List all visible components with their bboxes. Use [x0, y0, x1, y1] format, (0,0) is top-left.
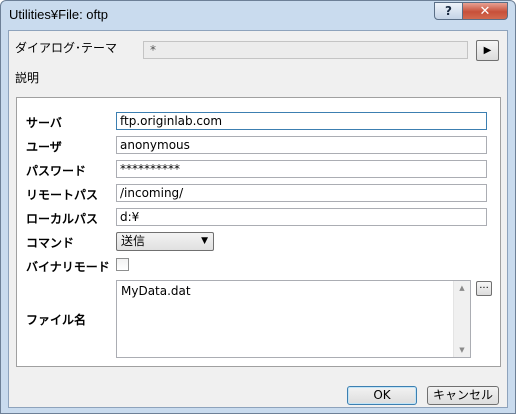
local-path-label: ローカルパス [26, 212, 99, 226]
server-label: サーバ [26, 116, 62, 130]
dialog-window: Utilities¥File: oftp ? ✕ ダイアログ･テーマ * ▶ 説… [0, 0, 516, 414]
command-select-value: 送信 [121, 234, 146, 248]
user-input[interactable]: anonymous [116, 136, 487, 154]
cancel-button[interactable]: キャンセル [427, 386, 499, 405]
file-name-label: ファイル名 [26, 313, 87, 327]
user-label: ユーザ [26, 140, 62, 154]
theme-menu-button[interactable]: ▶ [476, 40, 499, 61]
password-label: パスワード [26, 164, 87, 178]
password-input[interactable]: ********** [116, 160, 487, 178]
ok-button[interactable]: OK [347, 386, 417, 405]
triangle-right-icon: ▶ [483, 45, 492, 56]
scroll-up-icon[interactable]: ▲ [454, 281, 470, 295]
help-button[interactable]: ? [434, 2, 463, 20]
window-title: Utilities¥File: oftp [9, 7, 108, 22]
dialog-theme-field[interactable]: * [143, 41, 468, 59]
command-select[interactable]: 送信 ▼ [116, 232, 214, 251]
file-name-text: MyData.dat [121, 284, 191, 298]
description-label: 説明 [15, 71, 40, 85]
chevron-down-icon: ▼ [201, 236, 208, 246]
title-bar[interactable]: Utilities¥File: oftp ? ✕ [1, 1, 515, 30]
scroll-down-icon[interactable]: ▼ [454, 343, 470, 357]
server-input[interactable]: ftp.originlab.com [116, 112, 487, 130]
remote-path-input[interactable]: /incoming/ [116, 184, 487, 202]
file-name-textarea[interactable]: MyData.dat ▲ ▼ [116, 280, 471, 358]
remote-path-label: リモートパス [26, 188, 99, 202]
binary-mode-label: バイナリモード [26, 260, 110, 274]
local-path-input[interactable]: d:¥ [116, 208, 487, 226]
help-icon: ? [445, 4, 452, 18]
settings-panel: サーバ ftp.originlab.com ユーザ anonymous パスワー… [16, 97, 501, 367]
close-icon: ✕ [479, 3, 491, 19]
file-name-scrollbar[interactable]: ▲ ▼ [453, 281, 470, 357]
close-button[interactable]: ✕ [462, 2, 508, 20]
dialog-theme-label: ダイアログ･テーマ [15, 41, 118, 55]
command-label: コマンド [26, 236, 75, 250]
binary-mode-checkbox[interactable] [116, 258, 129, 271]
browse-button[interactable]: ... [476, 281, 492, 296]
dialog-body: ダイアログ･テーマ * ▶ 説明 サーバ ftp.originlab.com ユ… [8, 30, 508, 408]
